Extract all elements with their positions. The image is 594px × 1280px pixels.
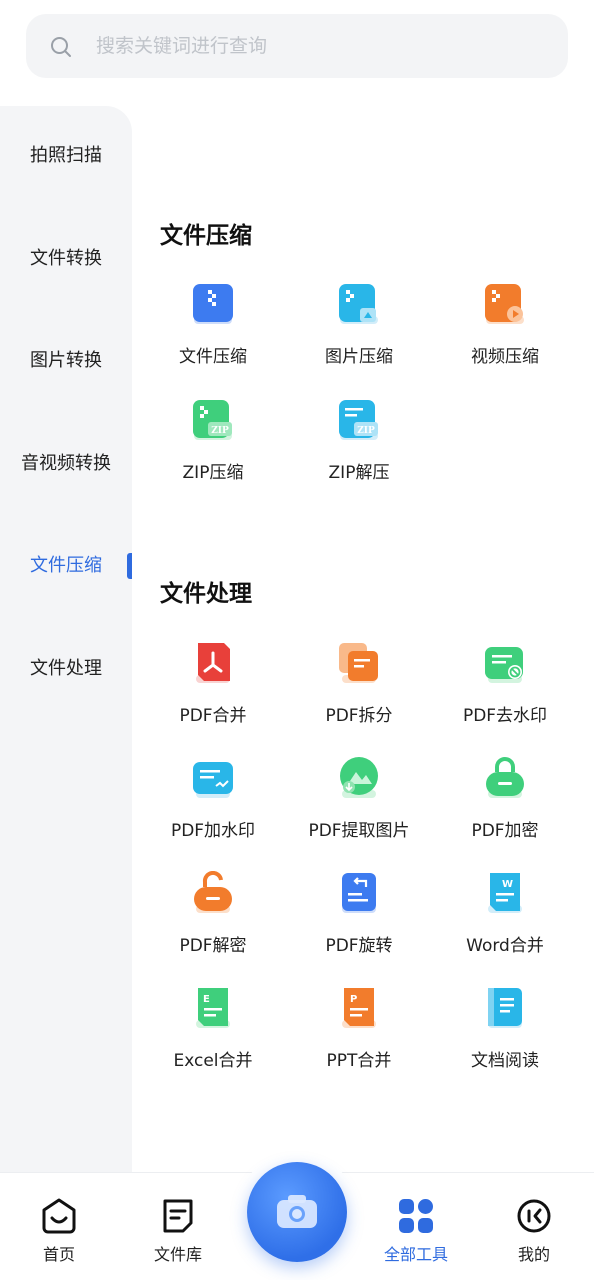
tool-doc-read[interactable]: 文档阅读 (432, 986, 578, 1071)
pdf-rotate-icon (342, 873, 376, 913)
zip-extract-icon: ZIP (339, 400, 378, 440)
tool-label: PDF提取图片 (308, 821, 410, 841)
tool-pdf-add-watermark[interactable]: PDF加水印 (140, 756, 286, 841)
image-compress-icon (339, 284, 378, 324)
tool-label: PDF去水印 (462, 706, 548, 726)
sidebar-item-file-compress[interactable]: 文件压缩 (0, 544, 132, 588)
tool-zip-compress[interactable]: ZIP ZIP压缩 (140, 398, 286, 483)
nav-label: 我的 (517, 1245, 550, 1264)
pdf-split-icon (339, 643, 378, 683)
tool-label: 文件压缩 (179, 347, 247, 367)
pdf-merge-icon (196, 643, 230, 683)
sidebar-item-av-convert[interactable]: 音视频转换 (0, 442, 132, 486)
pdf-add-watermark-icon (193, 762, 233, 798)
tool-pdf-extract-image[interactable]: PDF提取图片 (286, 756, 432, 841)
tool-image-compress[interactable]: 图片压缩 (286, 282, 432, 367)
section-title-process: 文件处理 (160, 581, 252, 607)
tool-label: PDF加密 (471, 821, 539, 841)
pdf-extract-image-icon (340, 757, 378, 798)
camera-button-wrapper (237, 1152, 357, 1272)
tool-pdf-encrypt[interactable]: PDF加密 (432, 756, 578, 841)
tool-zip-extract[interactable]: ZIP ZIP解压 (286, 398, 432, 483)
sidebar-item-scan[interactable]: 拍照扫描 (0, 134, 132, 178)
sidebar-item-image-convert[interactable]: 图片转换 (0, 339, 132, 383)
tool-label: PDF解密 (179, 936, 247, 956)
search-icon (51, 37, 71, 57)
nav-label: 首页 (42, 1245, 75, 1264)
camera-icon (277, 1195, 317, 1228)
tool-video-compress[interactable]: 视频压缩 (432, 282, 578, 367)
home-icon (42, 1198, 76, 1234)
tool-file-compress[interactable]: 文件压缩 (140, 282, 286, 367)
sidebar-item-file-convert[interactable]: 文件转换 (0, 237, 132, 281)
tool-excel-merge[interactable]: E Excel合并 (140, 986, 286, 1071)
nav-all-tools[interactable]: 全部工具 (366, 1197, 466, 1265)
ppt-merge-icon: P (342, 988, 376, 1028)
video-compress-icon (485, 284, 524, 324)
tool-pdf-rotate[interactable]: PDF旋转 (286, 871, 432, 956)
profile-icon (517, 1199, 551, 1233)
tool-label: ZIP压缩 (182, 463, 244, 483)
tool-ppt-merge[interactable]: P PPT合并 (286, 986, 432, 1071)
tool-pdf-split[interactable]: PDF拆分 (286, 641, 432, 726)
nav-label: 文件库 (153, 1245, 202, 1264)
tool-label: PDF合并 (179, 706, 247, 726)
tool-label: 视频压缩 (471, 347, 539, 367)
tool-pdf-merge[interactable]: PDF合并 (140, 641, 286, 726)
svg-text:ZIP: ZIP (357, 426, 375, 436)
camera-scan-button[interactable] (247, 1162, 347, 1262)
search-input[interactable] (96, 14, 536, 78)
tools-panel: 文件压缩 文件压缩 图片压缩 视频压缩 ZIP ZIP压缩 ZIP ZIP解压 … (132, 106, 594, 1172)
sidebar-item-file-process[interactable]: 文件处理 (0, 647, 132, 691)
tool-pdf-remove-watermark[interactable]: PDF去水印 (432, 641, 578, 726)
tool-label: Excel合并 (173, 1051, 253, 1071)
doc-read-icon (488, 988, 522, 1028)
nav-home[interactable]: 首页 (9, 1197, 109, 1265)
nav-file-library[interactable]: 文件库 (128, 1197, 228, 1265)
nav-label: 全部工具 (383, 1245, 448, 1264)
tool-label: PPT合并 (326, 1051, 392, 1071)
svg-text:W: W (502, 879, 513, 890)
file-compress-icon (193, 284, 233, 324)
pdf-remove-watermark-icon (485, 647, 523, 683)
svg-text:ZIP: ZIP (211, 426, 229, 436)
tool-label: 文档阅读 (471, 1051, 539, 1071)
tool-label: 图片压缩 (325, 347, 393, 367)
zip-compress-icon: ZIP (193, 400, 232, 440)
tool-label: PDF旋转 (325, 936, 393, 956)
all-tools-icon (399, 1199, 433, 1233)
excel-merge-icon: E (196, 988, 230, 1028)
tool-pdf-decrypt[interactable]: PDF解密 (140, 871, 286, 956)
file-library-icon (163, 1199, 193, 1233)
svg-text:E: E (203, 994, 210, 1005)
tool-label: Word合并 (466, 936, 544, 956)
tool-label: PDF拆分 (325, 706, 393, 726)
tool-label: PDF加水印 (170, 821, 256, 841)
pdf-decrypt-icon (194, 871, 232, 913)
tool-word-merge[interactable]: W Word合并 (432, 871, 578, 956)
section-title-compress: 文件压缩 (160, 223, 252, 249)
nav-profile[interactable]: 我的 (484, 1197, 584, 1265)
category-sidebar: 拍照扫描 文件转换 图片转换 音视频转换 文件压缩 文件处理 (0, 106, 132, 1172)
pdf-encrypt-icon (486, 757, 524, 798)
word-merge-icon: W (488, 873, 522, 913)
tool-label: ZIP解压 (328, 463, 390, 483)
svg-text:P: P (350, 994, 357, 1005)
